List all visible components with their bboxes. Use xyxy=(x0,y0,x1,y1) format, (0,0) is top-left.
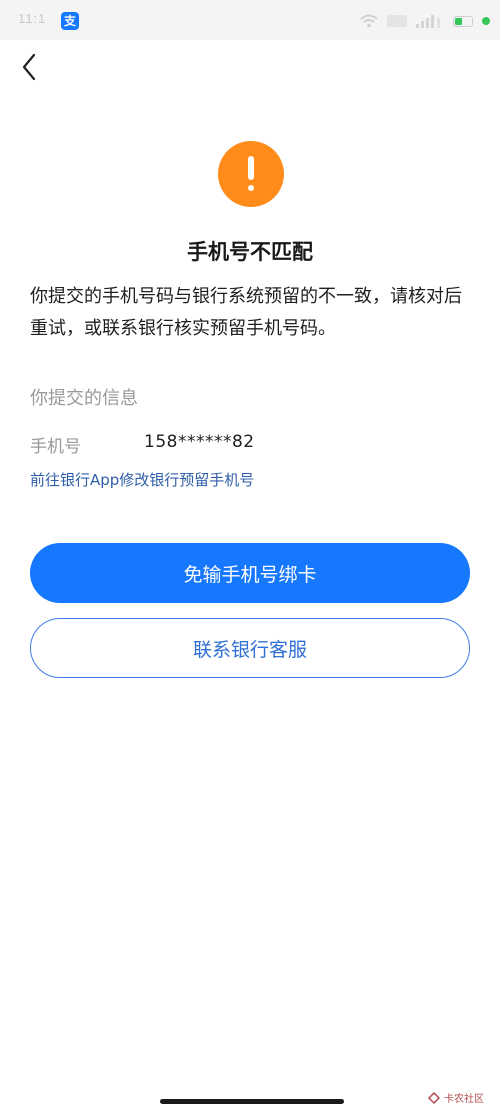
contact-bank-service-button[interactable]: 联系银行客服 xyxy=(30,618,470,678)
error-message: 你提交的手机号码与银行系统预留的不一致，请核对后重试，或联系银行核实预留手机号码… xyxy=(30,286,462,339)
alipay-icon: 支 xyxy=(61,12,79,30)
watermark-logo-icon xyxy=(428,1091,440,1104)
battery-fill xyxy=(455,17,462,25)
status-bar: 11:1 支 xyxy=(0,0,500,40)
status-icons xyxy=(360,12,490,30)
network-type-icon xyxy=(387,15,407,27)
watermark: 卡农社区 xyxy=(428,1090,484,1105)
chevron-left-icon xyxy=(22,53,36,81)
watermark-text: 卡农社区 xyxy=(444,1094,484,1105)
battery-icon xyxy=(453,15,473,27)
info-section-title: 你提交的信息 xyxy=(30,388,138,409)
home-indicator[interactable] xyxy=(160,1099,344,1104)
status-time: 11:1 xyxy=(18,11,47,26)
wifi-icon xyxy=(360,14,378,28)
page-title: 手机号不匹配 xyxy=(187,240,313,264)
back-button[interactable] xyxy=(14,50,44,84)
privacy-indicator-icon xyxy=(482,17,490,25)
phone-value: 158******82 xyxy=(144,432,255,452)
modify-phone-link[interactable]: 前往银行App修改银行预留手机号 xyxy=(30,469,254,490)
phone-label: 手机号 xyxy=(30,437,81,457)
bind-card-without-phone-button[interactable]: 免输手机号绑卡 xyxy=(30,543,470,603)
signal-icon xyxy=(416,15,440,28)
exclamation-icon xyxy=(218,141,284,207)
